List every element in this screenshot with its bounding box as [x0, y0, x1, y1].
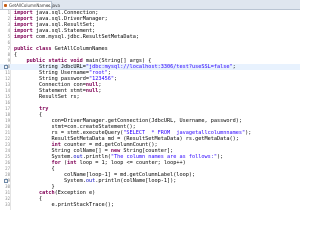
- code-line[interactable]: 33 e.printStackTrace();: [0, 202, 300, 208]
- editor-tab-label: GetAllColumnNames.java: [9, 3, 60, 8]
- code-text: e.printStackTrace();: [14, 202, 114, 208]
- line-number: 33: [5, 202, 10, 207]
- fold-toggle-icon[interactable]: [4, 179, 8, 183]
- editor-tab-bar: GetAllColumnNames.java ×: [0, 0, 300, 10]
- editor-tab[interactable]: GetAllColumnNames.java ×: [2, 1, 60, 9]
- java-file-icon: [4, 4, 7, 7]
- code-editor[interactable]: GetAllColumnNames.java × 1 import java.sq…: [0, 0, 300, 210]
- fold-toggle-icon[interactable]: [4, 65, 8, 69]
- code-token: e.printStackTrace();: [14, 202, 114, 208]
- close-icon[interactable]: ×: [47, 2, 50, 9]
